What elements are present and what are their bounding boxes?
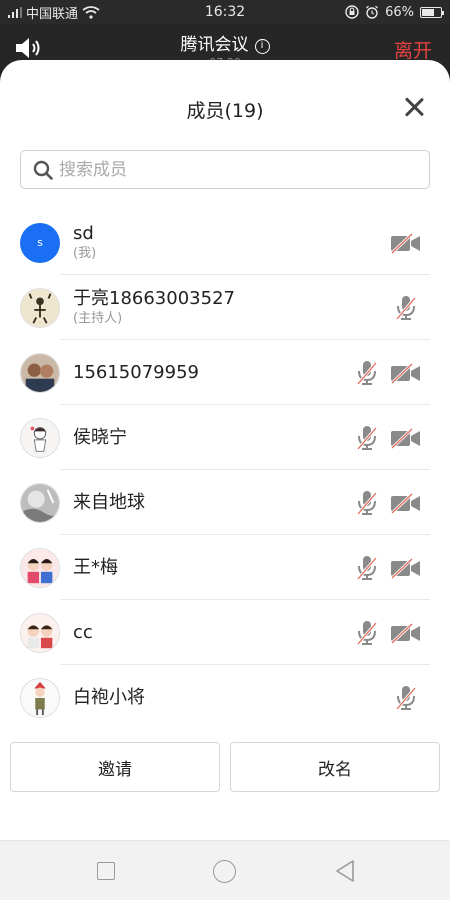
avatar-image xyxy=(21,613,59,652)
search-box[interactable] xyxy=(20,150,430,189)
members-sheet: 成员(19) s sd (我) xyxy=(0,60,450,840)
invite-label: 邀请 xyxy=(98,759,132,780)
avatar xyxy=(20,612,60,653)
member-text: 白袍小将 xyxy=(73,687,145,709)
camera-off-icon[interactable] xyxy=(390,622,422,644)
member-name: cc xyxy=(73,621,93,643)
back-button[interactable] xyxy=(334,859,356,883)
member-row[interactable]: 白袍小将 xyxy=(0,665,450,730)
member-row[interactable]: 于亮18663003527 (主持人) xyxy=(0,275,450,340)
member-text: 王*梅 xyxy=(73,557,118,579)
member-text: 于亮18663003527 (主持人) xyxy=(73,288,235,328)
avatar-image xyxy=(21,548,59,587)
rename-label: 改名 xyxy=(318,759,352,780)
leave-button[interactable]: 离开 xyxy=(394,36,432,63)
navigation-bar xyxy=(0,840,450,900)
status-bar: 中国联通 16:32 66% xyxy=(0,0,450,24)
search-icon xyxy=(33,160,53,180)
camera-off-icon[interactable] xyxy=(390,232,422,254)
avatar xyxy=(20,677,60,718)
member-name: 15615079959 xyxy=(73,361,199,383)
meeting-title-text: 腾讯会议 xyxy=(180,35,249,55)
member-role: (我) xyxy=(73,245,97,261)
avatar xyxy=(20,547,60,588)
member-name: sd xyxy=(73,222,94,244)
avatar-image xyxy=(21,288,59,327)
avatar xyxy=(20,482,60,523)
app-screen: 中国联通 16:32 66% 腾讯会议 i 离开 成员(19) 搜索成员 s s… xyxy=(0,0,450,900)
member-role: (主持人) xyxy=(73,310,123,326)
camera-off-icon[interactable] xyxy=(390,557,422,579)
rename-button[interactable]: 改名 xyxy=(230,742,440,792)
member-name: 白袍小将 xyxy=(73,686,145,708)
member-list: s sd (我) 于亮18663003527 (主持人) 15615079959… xyxy=(0,210,450,730)
home-button[interactable] xyxy=(213,860,236,883)
mic-off-icon[interactable] xyxy=(356,555,378,581)
member-row[interactable]: 王*梅 xyxy=(0,535,450,600)
mic-off-icon[interactable] xyxy=(356,425,378,451)
battery-icon xyxy=(420,6,444,18)
avatar-image xyxy=(21,678,59,717)
mic-off-icon[interactable] xyxy=(395,295,417,321)
member-row[interactable]: 15615079959 xyxy=(0,340,450,405)
search-input[interactable] xyxy=(59,159,399,180)
close-icon[interactable] xyxy=(404,97,424,117)
camera-off-icon[interactable] xyxy=(390,427,422,449)
avatar: s xyxy=(20,222,60,263)
member-row[interactable]: 来自地球 xyxy=(0,470,450,535)
member-text: 15615079959 xyxy=(73,362,199,384)
member-name: 来自地球 xyxy=(73,491,145,513)
member-name: 王*梅 xyxy=(73,556,118,578)
avatar xyxy=(20,352,60,393)
mic-off-icon[interactable] xyxy=(356,360,378,386)
member-text: sd (我) xyxy=(73,223,96,263)
meeting-title[interactable]: 腾讯会议 i xyxy=(0,30,450,55)
member-row[interactable]: s sd (我) xyxy=(0,210,450,275)
member-text: 来自地球 xyxy=(73,492,145,514)
member-row[interactable]: cc xyxy=(0,600,450,665)
recent-apps-button[interactable] xyxy=(97,862,115,880)
invite-button[interactable]: 邀请 xyxy=(10,742,220,792)
member-text: 侯晓宁 xyxy=(73,427,127,449)
battery-fill xyxy=(422,8,434,16)
member-row[interactable]: 侯晓宁 xyxy=(0,405,450,470)
mic-off-icon[interactable] xyxy=(395,685,417,711)
status-time: 16:32 xyxy=(204,4,246,20)
info-icon[interactable]: i xyxy=(254,39,270,54)
member-name: 侯晓宁 xyxy=(73,426,127,448)
mic-off-icon[interactable] xyxy=(356,490,378,516)
avatar xyxy=(20,417,60,458)
camera-off-icon[interactable] xyxy=(390,492,422,514)
members-title: 成员(19) xyxy=(186,100,264,122)
member-name: 于亮18663003527 xyxy=(73,287,235,309)
avatar-image xyxy=(21,353,59,392)
avatar xyxy=(20,287,60,328)
mic-off-icon[interactable] xyxy=(356,620,378,646)
camera-off-icon[interactable] xyxy=(390,362,422,384)
member-text: cc xyxy=(73,622,93,644)
avatar-image xyxy=(21,418,59,457)
avatar-image xyxy=(21,483,59,522)
